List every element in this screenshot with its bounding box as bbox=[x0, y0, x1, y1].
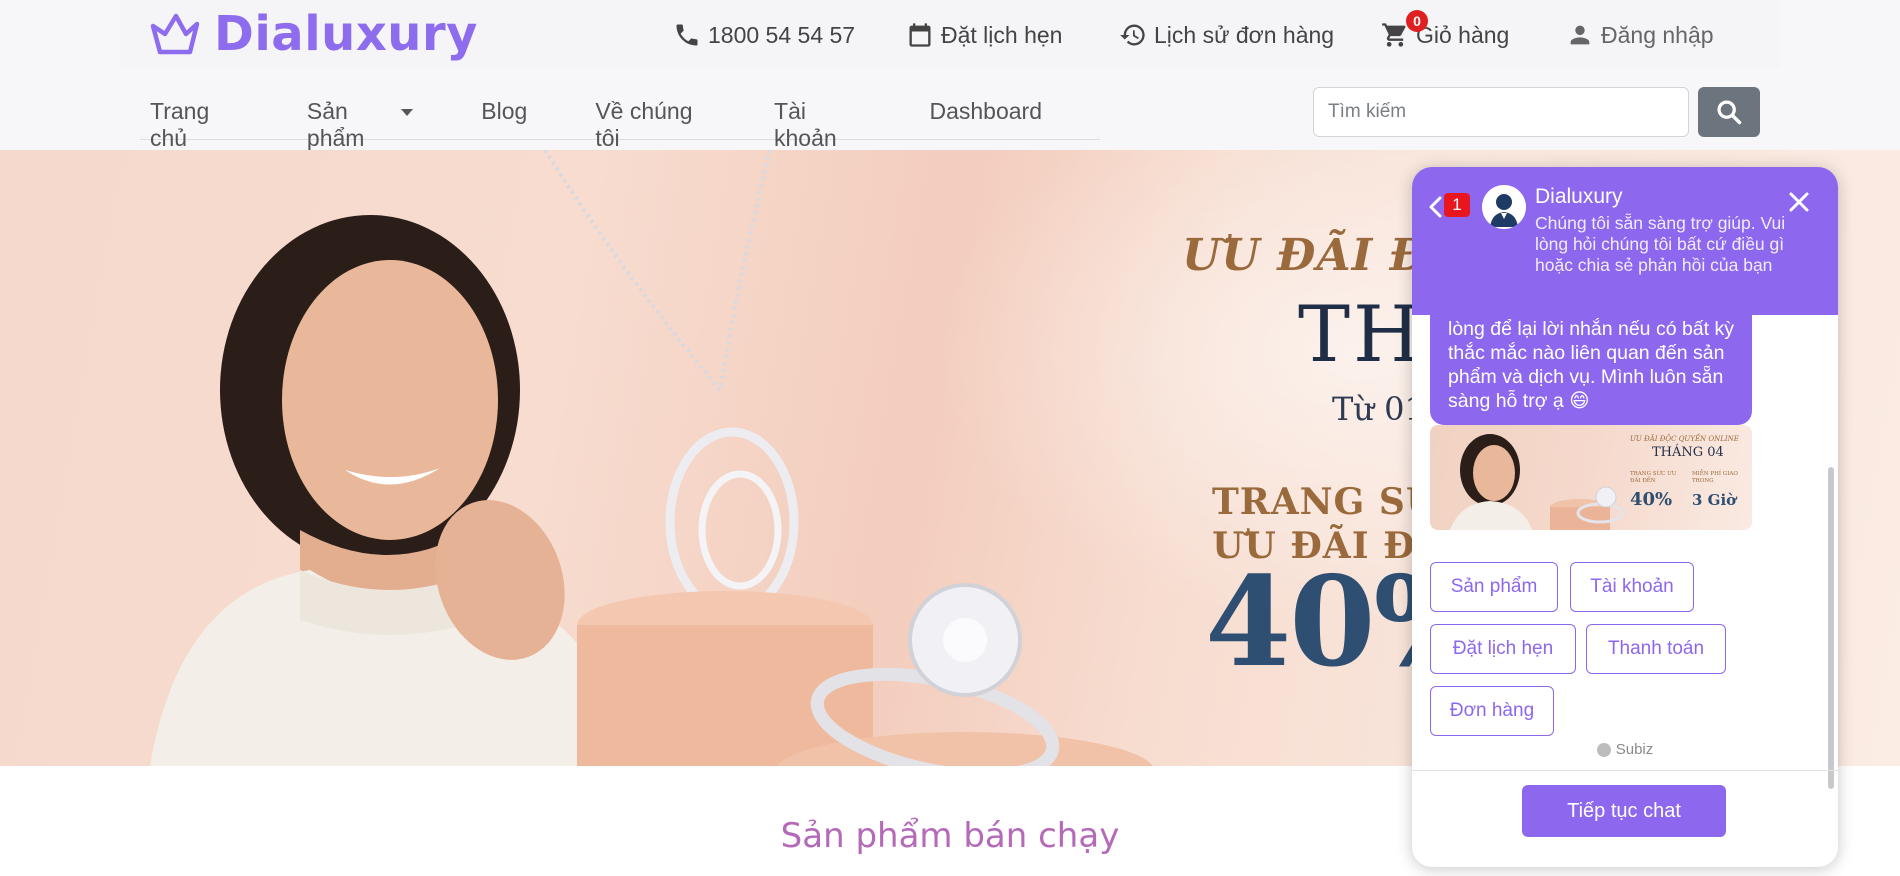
nav-item-products-label: Sản phẩm bbox=[306, 98, 365, 151]
search-button[interactable] bbox=[1698, 87, 1760, 137]
chat-title: Dialuxury bbox=[1535, 185, 1623, 208]
logo-text: Dialuxury bbox=[214, 6, 478, 62]
thumb-label-left: TRANG SỨC ƯU ĐÃI ĐẾN bbox=[1630, 471, 1677, 484]
header: Dialuxury 1800 54 54 57 Đặt lịch hẹn Lịc… bbox=[0, 0, 1900, 151]
nav-item-account[interactable]: Tài khoản bbox=[764, 86, 861, 151]
chevron-down-icon bbox=[401, 109, 414, 116]
order-history-link[interactable]: Lịch sử đơn hàng bbox=[1118, 18, 1334, 52]
cart-count-badge: 0 bbox=[1406, 10, 1428, 32]
quick-reply-account[interactable]: Tài khoản bbox=[1570, 562, 1694, 612]
quick-reply-booking[interactable]: Đặt lịch hẹn bbox=[1430, 624, 1576, 674]
chat-divider bbox=[1412, 770, 1838, 771]
hero-month: TH bbox=[1298, 290, 1425, 380]
quick-reply-orders[interactable]: Đơn hàng bbox=[1430, 686, 1554, 736]
chat-message-bubble: lòng để lại lời nhắn nếu có bất kỳ thắc … bbox=[1430, 315, 1752, 425]
logo[interactable]: Dialuxury bbox=[150, 6, 478, 62]
thumb-value-left: 40% bbox=[1630, 489, 1673, 510]
subiz-logo-icon bbox=[1596, 742, 1611, 757]
main-nav: Trang chủ Sản phẩm Blog Về chúng tôi Tài… bbox=[140, 86, 1100, 151]
agent-avatar bbox=[1482, 185, 1526, 229]
chat-subtitle: Chúng tôi sẵn sàng trợ giúp. Vui lòng hỏ… bbox=[1535, 213, 1786, 275]
cart-label: Giỏ hàng bbox=[1416, 21, 1510, 48]
login-label: Đăng nhập bbox=[1601, 21, 1714, 48]
powered-by[interactable]: Subiz bbox=[1412, 741, 1838, 758]
thumb-label-right: MIỄN PHÍ GIAO TRONG bbox=[1692, 471, 1738, 484]
history-label: Lịch sử đơn hàng bbox=[1154, 21, 1335, 48]
thumb-line1: ƯU ĐÃI ĐỘC QUYỀN ONLINE bbox=[1630, 435, 1739, 443]
quick-reply-products[interactable]: Sản phẩm bbox=[1430, 562, 1558, 612]
thumb-value-right: 3 Giờ bbox=[1692, 491, 1737, 509]
face-shape bbox=[282, 260, 498, 540]
hero-date: Từ 01 bbox=[1332, 390, 1425, 428]
powered-by-label: Subiz bbox=[1615, 741, 1654, 758]
booking-label: Đặt lịch hẹn bbox=[941, 21, 1063, 48]
search-icon bbox=[1717, 100, 1742, 125]
nav-item-products[interactable]: Sản phẩm bbox=[297, 86, 414, 151]
cart-icon: 0 bbox=[1380, 10, 1428, 50]
phone-link[interactable]: 1800 54 54 57 bbox=[672, 18, 855, 52]
login-link[interactable]: Đăng nhập bbox=[1565, 18, 1714, 52]
nav-item-blog[interactable]: Blog bbox=[471, 86, 527, 126]
crown-logo-icon bbox=[150, 13, 200, 55]
booking-link[interactable]: Đặt lịch hẹn bbox=[905, 18, 1062, 52]
phone-label: 1800 54 54 57 bbox=[708, 21, 856, 48]
back-chevron-icon[interactable] bbox=[1426, 195, 1446, 219]
chat-header: 1 Dialuxury Chúng tôi sẵn sàng trợ giúp.… bbox=[1412, 167, 1838, 315]
chat-widget[interactable]: 1 Dialuxury Chúng tôi sẵn sàng trợ giúp.… bbox=[1412, 167, 1838, 867]
close-icon[interactable] bbox=[1786, 189, 1812, 215]
cart-link[interactable]: 0 Giỏ hàng bbox=[1380, 10, 1510, 52]
unread-badge: 1 bbox=[1444, 193, 1470, 217]
nav-item-home[interactable]: Trang chủ bbox=[140, 86, 239, 151]
nav-item-dashboard[interactable]: Dashboard bbox=[919, 86, 1042, 126]
nav-item-about[interactable]: Về chúng tôi bbox=[585, 86, 706, 151]
continue-chat-button[interactable]: Tiếp tục chat bbox=[1522, 785, 1726, 837]
user-icon bbox=[1565, 20, 1595, 50]
calendar-icon bbox=[905, 20, 935, 50]
quick-reply-payment[interactable]: Thanh toán bbox=[1586, 624, 1726, 674]
search-input[interactable] bbox=[1313, 87, 1689, 137]
chat-image-attachment[interactable]: ƯU ĐÃI ĐỘC QUYỀN ONLINE THÁNG 04 TRANG S… bbox=[1430, 425, 1752, 530]
thumb-line2: THÁNG 04 bbox=[1652, 445, 1724, 460]
phone-icon bbox=[672, 20, 702, 50]
chat-messages: lòng để lại lời nhắn nếu có bất kỳ thắc … bbox=[1412, 315, 1838, 770]
history-icon bbox=[1118, 20, 1148, 50]
